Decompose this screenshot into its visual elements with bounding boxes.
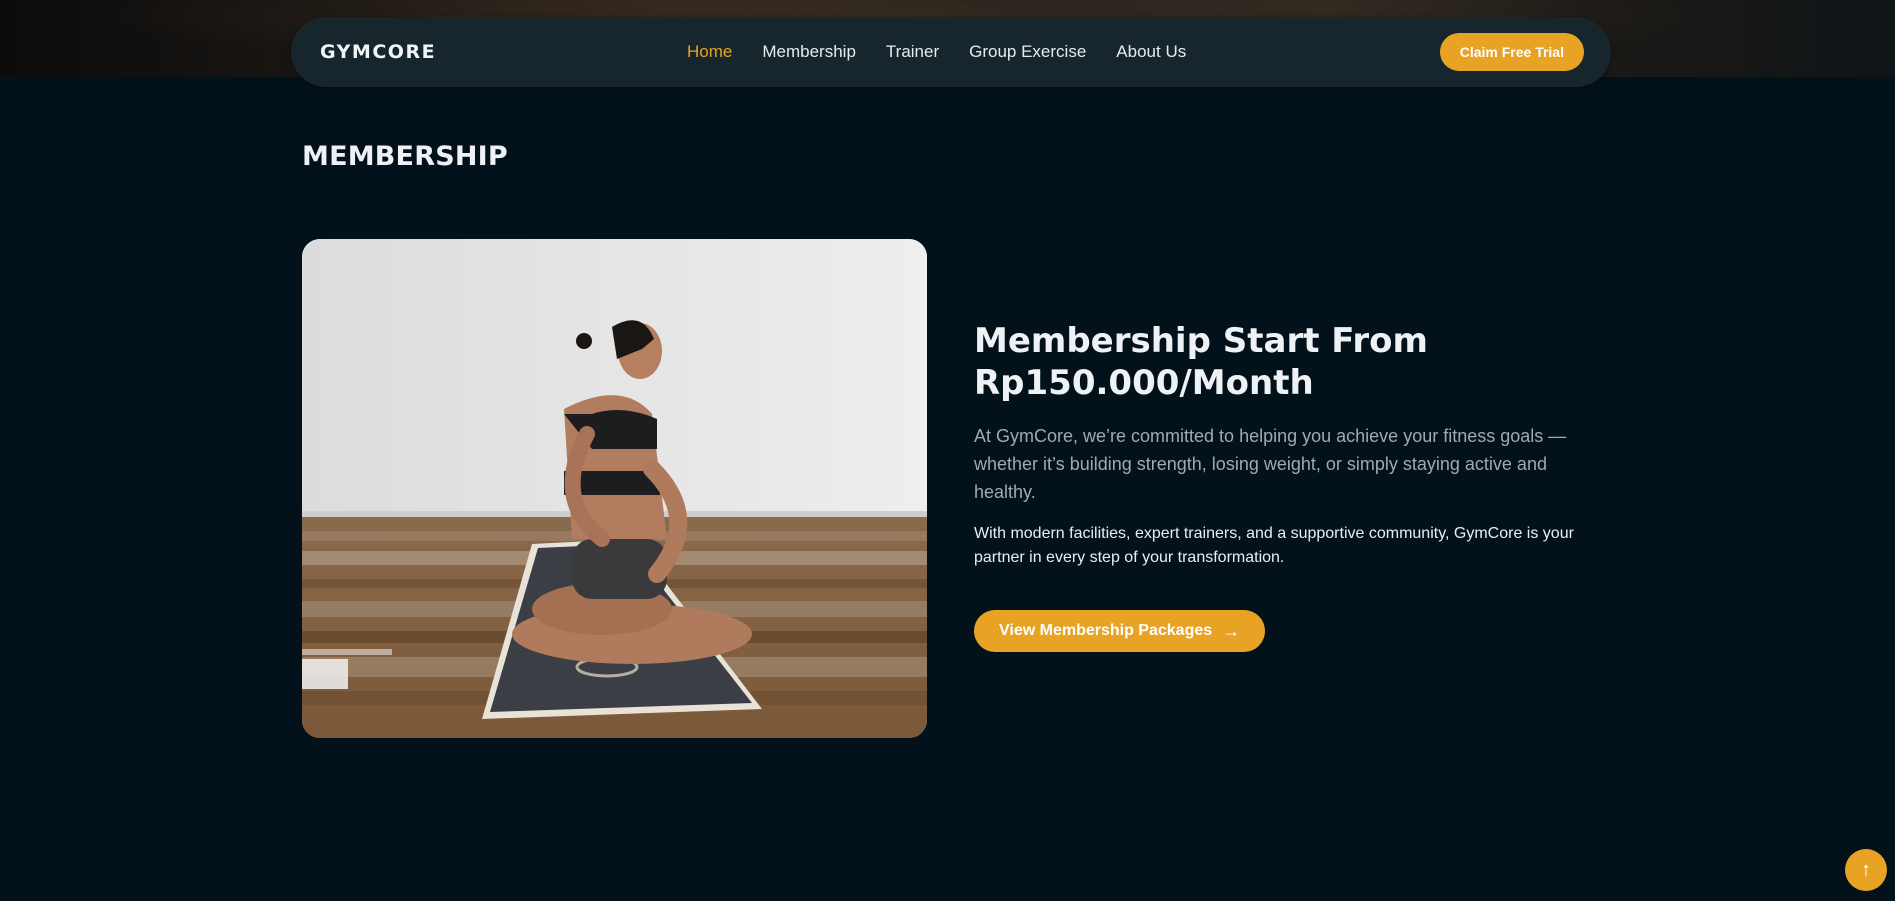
top-navbar: GYMCORE Home Membership Trainer Group Ex… <box>291 17 1611 87</box>
membership-lead-text: At GymCore, we’re committed to helping y… <box>974 426 1567 502</box>
membership-content: Membership Start From Rp150.000/Month At… <box>974 320 1594 652</box>
nav-link-membership[interactable]: Membership <box>762 42 856 62</box>
membership-headline: Membership Start From Rp150.000/Month <box>974 321 1428 403</box>
section-title: MEMBERSHIP <box>302 141 508 172</box>
woman-yoga-photo <box>302 239 927 738</box>
view-membership-packages-label: View Membership Packages <box>999 622 1213 639</box>
scroll-to-top-button[interactable]: ↑ <box>1845 849 1887 891</box>
claim-free-trial-button[interactable]: Claim Free Trial <box>1439 33 1584 71</box>
nav-links: Home Membership Trainer Group Exercise A… <box>687 42 1186 62</box>
brand-logo[interactable]: GYMCORE <box>320 41 436 63</box>
arrow-up-icon: ↑ <box>1861 858 1871 881</box>
arrow-right-icon: → <box>1222 621 1241 641</box>
view-membership-packages-button[interactable]: View Membership Packages → <box>974 610 1266 652</box>
nav-link-about-us[interactable]: About Us <box>1116 42 1186 62</box>
membership-body-text: With modern facilities, expert trainers,… <box>974 525 1574 566</box>
nav-link-group-exercise[interactable]: Group Exercise <box>969 42 1086 62</box>
nav-link-trainer[interactable]: Trainer <box>886 42 939 62</box>
nav-link-home[interactable]: Home <box>687 42 732 62</box>
